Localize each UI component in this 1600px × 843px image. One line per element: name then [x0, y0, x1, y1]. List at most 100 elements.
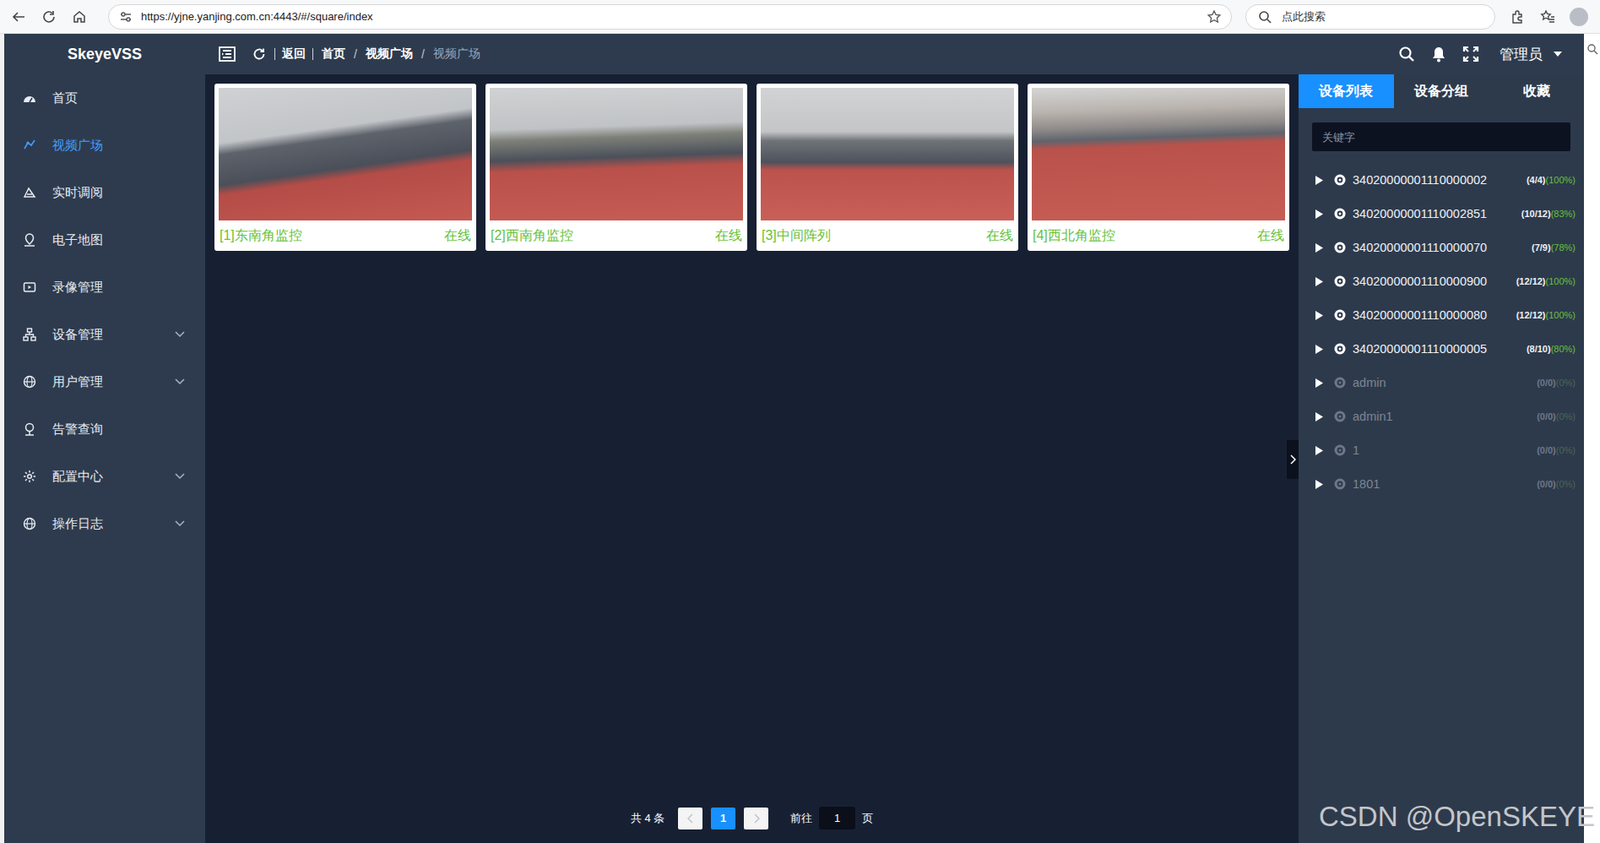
breadcrumb-separator: /	[421, 47, 425, 61]
device-row[interactable]: 34020000001110000005(8/10)(80%)	[1298, 331, 1584, 366]
goto-page-input[interactable]	[818, 806, 856, 830]
device-name[interactable]: 34020000001110000070	[1352, 240, 1525, 255]
device-status-icon	[1334, 275, 1346, 288]
address-bar[interactable]: https://yjne.yanjing.com.cn:4443/#/squar…	[108, 4, 1232, 30]
expand-triangle-icon[interactable]	[1310, 475, 1328, 493]
site-info-icon[interactable]	[117, 8, 135, 26]
sidebar-item-label: 设备管理	[52, 326, 158, 343]
prev-page-button[interactable]	[677, 807, 703, 830]
device-name[interactable]: 34020000001110002851	[1352, 206, 1515, 221]
search-icon[interactable]	[1583, 40, 1600, 58]
video-thumbnail[interactable]	[760, 87, 1015, 221]
panel-tab[interactable]: 设备列表	[1298, 74, 1394, 109]
bookmark-star-icon[interactable]	[1205, 8, 1223, 26]
device-name[interactable]: 34020000001110000900	[1352, 274, 1510, 288]
chevron-down-icon[interactable]	[171, 467, 189, 485]
device-row[interactable]: 34020000001110000900(12/12)(100%)	[1298, 264, 1584, 299]
chevron-down-icon[interactable]	[171, 325, 189, 343]
device-name[interactable]: 1	[1352, 443, 1530, 457]
app-logo[interactable]: SkeyeVSS	[4, 33, 206, 75]
expand-triangle-icon[interactable]	[1310, 374, 1328, 391]
profile-avatar-icon[interactable]	[1569, 7, 1589, 27]
camera-title[interactable]: [1]东南角监控	[219, 227, 303, 245]
video-caption: [4]西北角监控在线	[1031, 220, 1286, 251]
video-card[interactable]: [3]中间阵列在线	[756, 83, 1019, 251]
device-row[interactable]: 34020000001110000002(4/4)(100%)	[1298, 162, 1584, 197]
expand-triangle-icon[interactable]	[1310, 340, 1328, 358]
reload-icon[interactable]	[40, 8, 58, 26]
video-card[interactable]: [2]西南角监控在线	[485, 83, 748, 251]
next-page-button[interactable]	[743, 807, 769, 830]
device-row[interactable]: 34020000001110000080(12/12)(100%)	[1298, 298, 1584, 332]
home-icon[interactable]	[70, 8, 88, 26]
expand-triangle-icon[interactable]	[1310, 306, 1328, 324]
device-name[interactable]: 34020000001110000002	[1352, 173, 1520, 187]
device-name[interactable]: 34020000001110000080	[1352, 308, 1510, 322]
device-row[interactable]: admin1(0/0)(0%)	[1298, 399, 1584, 434]
sidebar-item[interactable]: 配置中心	[4, 452, 206, 500]
device-name[interactable]: 34020000001110000005	[1352, 341, 1520, 356]
url-text[interactable]: https://yjne.yanjing.com.cn:4443/#/squar…	[141, 10, 1199, 23]
fullscreen-icon[interactable]	[1462, 45, 1480, 63]
panel-tab[interactable]: 收藏	[1488, 74, 1584, 109]
breadcrumb-item[interactable]: 首页	[320, 46, 348, 62]
expand-triangle-icon[interactable]	[1310, 205, 1328, 223]
video-thumbnail[interactable]	[489, 87, 744, 221]
page-button[interactable]: 1	[710, 807, 736, 830]
sidebar-item[interactable]: 首页	[4, 74, 206, 122]
sidebar-item[interactable]: 电子地图	[4, 216, 206, 264]
caret-down-icon[interactable]	[1549, 45, 1567, 63]
refresh-icon[interactable]	[250, 45, 268, 63]
device-tree: 34020000001110000002(4/4)(100%)340200000…	[1298, 162, 1584, 501]
device-name[interactable]: admin1	[1352, 409, 1530, 424]
expand-triangle-icon[interactable]	[1310, 441, 1328, 459]
video-thumbnail[interactable]	[1031, 87, 1286, 221]
sidebar-item[interactable]: 设备管理	[4, 310, 206, 358]
camera-title[interactable]: [3]中间阵列	[761, 227, 831, 245]
video-square-icon	[21, 136, 38, 154]
chevron-right-icon[interactable]	[1284, 450, 1302, 468]
menu-toggle-icon[interactable]	[218, 45, 236, 63]
user-menu[interactable]: 管理员	[1499, 44, 1567, 65]
camera-title[interactable]: [4]西北角监控	[1032, 227, 1116, 245]
sidebar-item-label: 实时调阅	[52, 184, 189, 201]
device-row[interactable]: admin(0/0)(0%)	[1298, 365, 1584, 400]
sidebar-item[interactable]: 录像管理	[4, 263, 206, 311]
chevron-down-icon[interactable]	[171, 373, 189, 391]
chevron-down-icon[interactable]	[171, 515, 189, 532]
device-percent: (0%)	[1556, 478, 1576, 489]
browser-search-input[interactable]	[1280, 9, 1485, 24]
video-card[interactable]: [1]东南角监控在线	[214, 83, 477, 251]
camera-title[interactable]: [2]西南角监控	[490, 227, 574, 245]
device-name[interactable]: admin	[1352, 375, 1530, 390]
expand-triangle-icon[interactable]	[1310, 171, 1328, 189]
breadcrumb-item[interactable]: 视频广场	[363, 46, 415, 62]
sidebar-item[interactable]: 用户管理	[4, 357, 206, 406]
sidebar-item[interactable]: 视频广场	[4, 121, 206, 169]
back-arrow-icon[interactable]	[10, 8, 28, 26]
favorites-icon[interactable]	[1539, 8, 1557, 26]
video-card[interactable]: [4]西北角监控在线	[1027, 83, 1290, 251]
search-icon[interactable]	[1398, 45, 1416, 63]
panel-tabs: 设备列表设备分组收藏	[1298, 74, 1584, 109]
device-name[interactable]: 1801	[1352, 477, 1530, 491]
sidebar-item[interactable]: 实时调阅	[4, 168, 206, 217]
keyword-input[interactable]	[1312, 122, 1571, 152]
expand-triangle-icon[interactable]	[1310, 272, 1328, 290]
device-row[interactable]: 1801(0/0)(0%)	[1298, 466, 1584, 501]
back-link[interactable]: 返回	[282, 46, 306, 62]
browser-search-box[interactable]	[1245, 4, 1496, 30]
device-row[interactable]: 34020000001110002851(10/12)(83%)	[1298, 196, 1584, 231]
device-row[interactable]: 1(0/0)(0%)	[1298, 433, 1584, 467]
sidebar-item[interactable]: 操作日志	[4, 499, 206, 548]
extensions-icon[interactable]	[1508, 8, 1526, 26]
panel-tab[interactable]: 设备分组	[1393, 74, 1490, 109]
expand-triangle-icon[interactable]	[1310, 407, 1328, 425]
panel-collapse-handle[interactable]	[1286, 439, 1299, 479]
user-name[interactable]: 管理员	[1499, 44, 1543, 65]
sidebar-item[interactable]: 告警查询	[4, 405, 206, 453]
video-thumbnail[interactable]	[218, 87, 472, 221]
expand-triangle-icon[interactable]	[1310, 238, 1328, 256]
device-row[interactable]: 34020000001110000070(7/9)(78%)	[1298, 230, 1584, 265]
bell-icon[interactable]	[1430, 45, 1448, 63]
